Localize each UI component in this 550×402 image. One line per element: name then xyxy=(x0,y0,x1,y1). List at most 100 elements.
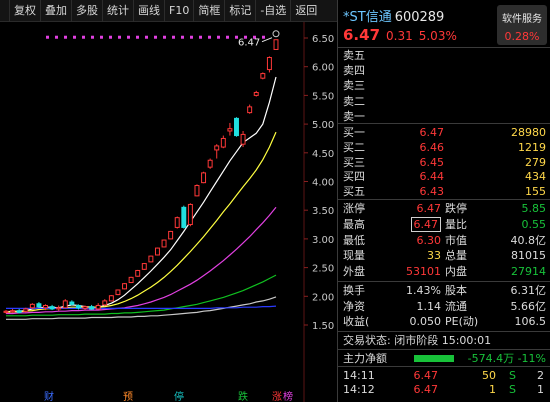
stat-row: 涨停 6.47 跌停 5.85 xyxy=(343,202,546,215)
candle-body xyxy=(234,117,239,137)
bid-row: 买四 6.44 434 xyxy=(343,170,546,184)
limit-dot xyxy=(217,35,220,39)
y-axis-label: 4.50 xyxy=(312,149,334,160)
tool-statistics-button[interactable]: 统计 xyxy=(103,0,134,22)
ask-row: 卖一 xyxy=(343,109,365,123)
tool-watchlist-button[interactable]: -自选 xyxy=(256,0,292,22)
tool-back-button[interactable]: 返回 xyxy=(291,0,321,22)
stock-code: 600289 xyxy=(394,10,445,25)
bid-row: 买二 6.46 1219 xyxy=(343,140,546,154)
limit-dot xyxy=(91,35,94,39)
tool-simple-frame-button[interactable]: 简框 xyxy=(194,0,226,22)
candle-body xyxy=(82,306,88,309)
limit-dot xyxy=(127,35,130,39)
candle-body xyxy=(148,255,154,263)
candle-body xyxy=(43,304,48,309)
tool-multi-stock-button[interactable]: 多股 xyxy=(72,0,103,22)
bid-row: 买一 6.47 28980 xyxy=(343,126,546,139)
y-axis-label: 5.00 xyxy=(312,120,334,131)
chart-toolbar: 复权 叠加 多股 统计 画线 F10 简框 标记 -自选 返回 xyxy=(0,0,337,22)
bid-row: 买三 6.45 279 xyxy=(343,155,546,169)
last-price: 6.47 xyxy=(343,26,381,44)
limit-dot xyxy=(46,35,49,39)
kline-chart-canvas[interactable]: 6.50 6.00 5.50 5.00 4.50 4.00 3.50 3.00 2.50 2.00… xyxy=(0,22,337,402)
candle-body xyxy=(115,289,121,296)
kline-chart[interactable]: 6.50 6.00 5.50 5.00 4.50 4.00 3.50 3.00 2.50 2.00… xyxy=(0,22,337,402)
event-marker[interactable]: 榜 xyxy=(283,390,293,402)
candle-body xyxy=(161,239,167,248)
candle-body xyxy=(75,304,81,309)
tick-row: 14:12 6.47 1 S 1 xyxy=(343,383,544,396)
ma-line xyxy=(5,131,277,313)
candle-body xyxy=(247,106,253,114)
candle-body xyxy=(49,306,55,310)
stock-title: *ST信通 600289 xyxy=(343,6,444,25)
limit-dot xyxy=(181,35,184,39)
candle-body xyxy=(135,269,141,277)
event-marker[interactable]: 预 xyxy=(123,391,133,402)
main-net-flow[interactable]: 主力净额 -574.4万 -11% xyxy=(338,350,550,367)
limit-dot xyxy=(154,35,157,39)
candle-body xyxy=(108,295,114,302)
candle-body xyxy=(62,300,68,309)
tool-mark-button[interactable]: 标记 xyxy=(225,0,257,22)
limit-dot xyxy=(118,35,121,39)
sector-badge[interactable]: 软件服务 0.28% xyxy=(497,5,547,45)
candle-body xyxy=(56,307,62,310)
candle-body xyxy=(16,310,22,313)
candle-body xyxy=(89,306,95,310)
tool-draw-line-button[interactable]: 画线 xyxy=(134,0,165,22)
sector-label: 软件服务 xyxy=(502,14,542,25)
candle-body xyxy=(154,247,160,256)
candle-body xyxy=(194,185,200,197)
y-axis-label: 6.00 xyxy=(312,63,334,74)
limit-dot xyxy=(163,35,166,39)
high-price-box: 6.47 xyxy=(410,216,441,232)
event-marker[interactable]: 涨 xyxy=(272,391,282,402)
y-axis-label: 2.00 xyxy=(312,292,334,303)
net-flow-bar xyxy=(414,354,454,362)
net-flow-label: 主力净额 xyxy=(343,351,387,365)
candle-body xyxy=(10,310,16,313)
ask-row: 卖四 xyxy=(343,64,365,78)
stat-row: 现量 33 总量 81015 xyxy=(343,249,546,263)
candle-body xyxy=(23,308,29,312)
candle-body xyxy=(36,303,42,308)
candle-body xyxy=(260,73,266,79)
limit-dot xyxy=(145,35,148,39)
stat-row: 外盘 53101 内盘 27914 xyxy=(343,265,546,279)
stock-name: *ST信通 xyxy=(343,10,392,25)
limit-dot xyxy=(109,35,112,39)
event-marker[interactable]: 财 xyxy=(44,390,54,402)
y-axis-label: 5.50 xyxy=(312,91,334,102)
candle-body xyxy=(141,263,147,270)
event-marker[interactable]: 跌 xyxy=(238,390,248,402)
y-axis-label: 6.50 xyxy=(312,34,334,45)
candle-body xyxy=(187,203,193,226)
bid-row: 买五 6.43 155 xyxy=(343,185,546,199)
y-axis-label: 2.50 xyxy=(312,264,334,275)
ma-line xyxy=(6,206,277,315)
ask-levels: 卖五 卖四 卖三 卖二 卖一 xyxy=(338,48,550,124)
ask-row: 卖三 xyxy=(343,79,365,93)
y-axis-label: 3.00 xyxy=(312,235,334,246)
tick-row: 14:11 6.47 50 S 2 xyxy=(343,369,544,382)
candle-body xyxy=(174,217,180,228)
tool-overlay-button[interactable]: 叠加 xyxy=(41,0,72,22)
fundamental-stats: 换手 1.43% 股本 6.31亿 净资 1.14 流通 5.66亿 收益(0.050 PE(… xyxy=(338,282,550,332)
candle-body xyxy=(240,133,246,145)
candle-body xyxy=(128,276,134,284)
tool-f10-button[interactable]: F10 xyxy=(165,0,195,22)
candle-body xyxy=(168,230,174,240)
quote-panel: *ST信通 600289 6.47 0.31 5.03% 软件服务 0.28% 卖五 … xyxy=(337,0,550,402)
y-axis-label: 4.00 xyxy=(312,178,334,189)
limit-dot xyxy=(82,35,85,39)
limit-dot xyxy=(190,35,193,39)
candle-body xyxy=(95,304,101,310)
event-marker[interactable]: 停 xyxy=(174,390,184,402)
candle-body xyxy=(220,137,226,148)
tool-restore-rights-button[interactable]: 复权 xyxy=(10,0,41,22)
y-axis-label: 3.50 xyxy=(312,206,334,217)
candle-body xyxy=(227,128,233,132)
sector-pct: 0.28% xyxy=(504,30,540,43)
